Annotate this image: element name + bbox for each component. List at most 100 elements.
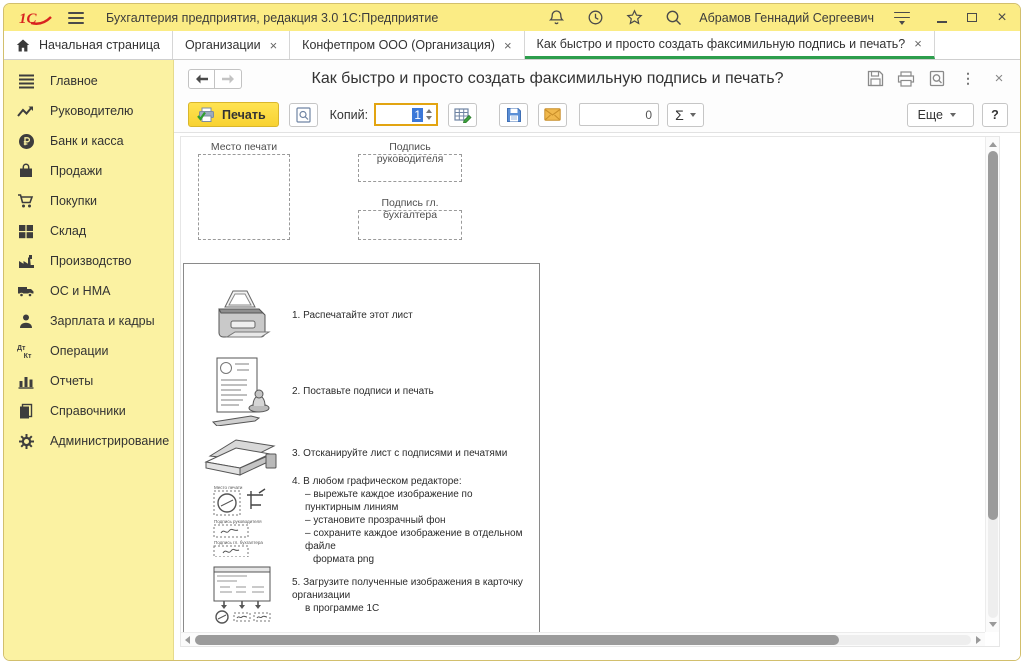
horizontal-scroll-thumb[interactable] — [195, 635, 839, 645]
form-toolbar: Печать Копий: 1 — [174, 97, 1020, 132]
preview-icon[interactable] — [928, 70, 946, 88]
person-icon — [17, 312, 35, 330]
search-icon[interactable] — [665, 9, 682, 26]
svg-text:Подпись гл. бухгалтера: Подпись гл. бухгалтера — [214, 540, 263, 545]
scroll-left-icon[interactable] — [185, 636, 190, 644]
sidebar-item-directories[interactable]: Справочники — [4, 396, 173, 426]
history-icon[interactable] — [587, 9, 604, 26]
tab-label: Начальная страница — [39, 38, 160, 52]
editor-illustration: Место печати Подпись руководителя — [211, 483, 273, 557]
sum-field[interactable] — [579, 103, 659, 126]
main-menu-icon[interactable] — [68, 12, 84, 24]
maximize-button[interactable] — [964, 10, 980, 26]
spinner-down-icon[interactable] — [426, 116, 432, 120]
tab-close-icon[interactable]: × — [270, 39, 278, 52]
sidebar-item-fixed-assets[interactable]: ОС и НМА — [4, 276, 173, 306]
sidebar-item-sales[interactable]: Продажи — [4, 156, 173, 186]
print-button[interactable]: Печать — [188, 102, 279, 127]
step-5: 5. Загрузите полученные изображения в ка… — [196, 562, 529, 628]
trend-arrow-icon — [17, 102, 35, 120]
instructions-box: 1. Распечатайте этот лист — [183, 263, 540, 632]
sidebar-item-warehouse[interactable]: Склад — [4, 216, 173, 246]
save-file-button[interactable] — [499, 103, 528, 127]
tab-bar: Начальная страница Организации × Конфетп… — [4, 31, 1020, 60]
more-dots-icon[interactable]: ⋮ — [959, 70, 977, 88]
scroll-up-icon[interactable] — [989, 142, 997, 147]
tab-close-icon[interactable]: × — [504, 39, 512, 52]
copies-value: 1 — [412, 108, 423, 122]
truck-icon — [17, 282, 35, 300]
cart-icon — [17, 192, 35, 210]
sidebar-item-operations[interactable]: ДтКт Операции — [4, 336, 173, 366]
print-settings-button[interactable] — [448, 103, 477, 127]
tab-close-icon[interactable]: × — [914, 37, 922, 50]
scroll-right-icon[interactable] — [976, 636, 981, 644]
back-button[interactable] — [188, 69, 215, 89]
spinner-up-icon[interactable] — [426, 109, 432, 113]
ruble-circle-icon — [17, 132, 35, 150]
svg-text:Дт: Дт — [17, 344, 26, 352]
autosum-button[interactable]: Σ — [667, 103, 704, 127]
svg-text:Кт: Кт — [24, 352, 32, 360]
sidebar-item-main[interactable]: Главное — [4, 66, 173, 96]
copies-spinner[interactable] — [423, 105, 434, 124]
caret-down-icon — [950, 113, 956, 117]
blocks-grid-icon — [17, 222, 35, 240]
tab-label: Организации — [185, 38, 261, 52]
debit-credit-icon: ДтКт — [17, 342, 35, 360]
send-email-button[interactable] — [538, 103, 567, 127]
forward-button[interactable] — [215, 69, 242, 89]
stamp-place-label: Место печати — [198, 141, 290, 153]
more-button-label: Еще — [918, 108, 943, 122]
vertical-scroll-thumb[interactable] — [988, 151, 998, 520]
accountant-signature-box — [358, 210, 462, 240]
sidebar-item-production[interactable]: Производство — [4, 246, 173, 276]
tab-facsimile-help[interactable]: Как быстро и просто создать факсимильную… — [525, 31, 935, 59]
vertical-scroll-track[interactable] — [988, 151, 998, 618]
preview-button[interactable] — [289, 103, 318, 127]
tab-konfetprom[interactable]: Конфетпром ООО (Организация) × — [290, 31, 524, 59]
print-icon[interactable] — [897, 70, 915, 88]
sidebar-item-purchases[interactable]: Покупки — [4, 186, 173, 216]
close-window-button[interactable]: × — [994, 10, 1010, 26]
window-title: Бухгалтерия предприятия, редакция 3.0 1С… — [106, 11, 438, 25]
1c-logo: 1С — [18, 8, 54, 28]
vertical-scrollbar[interactable] — [985, 137, 999, 632]
sidebar-item-reports[interactable]: Отчеты — [4, 366, 173, 396]
factory-icon — [17, 252, 35, 270]
sidebar-item-bank-cash[interactable]: Банк и касса — [4, 126, 173, 156]
notifications-bell-icon[interactable] — [548, 9, 565, 26]
menu-lines-icon — [17, 72, 35, 90]
upload-illustration — [210, 565, 274, 625]
print-button-label: Печать — [222, 108, 266, 122]
sidebar-item-administration[interactable]: Администрирование — [4, 426, 173, 456]
sidebar-item-manager[interactable]: Руководителю — [4, 96, 173, 126]
sidebar-item-payroll-hr[interactable]: Зарплата и кадры — [4, 306, 173, 336]
app-window: 1С Бухгалтерия предприятия, редакция 3.0… — [3, 3, 1021, 661]
help-button[interactable]: ? — [982, 103, 1008, 127]
svg-text:Подпись руководителя: Подпись руководителя — [214, 519, 262, 524]
save-icon[interactable] — [866, 70, 884, 88]
step-2: 2. Поставьте подписи и печать — [196, 354, 529, 428]
book-icon — [17, 402, 35, 420]
more-button[interactable]: Еще — [907, 103, 974, 127]
print-sheet: Место печати Подпись руководителя Подпис… — [181, 137, 985, 632]
service-menu-icon[interactable] — [894, 11, 910, 25]
tab-label: Как быстро и просто создать факсимильную… — [537, 37, 906, 51]
tab-home[interactable]: Начальная страница — [4, 31, 173, 59]
favorites-star-icon[interactable] — [626, 9, 643, 26]
close-form-icon[interactable]: × — [990, 70, 1008, 88]
step-3: 3. Отсканируйте лист с подписями и печат… — [196, 428, 529, 478]
step-1: 1. Распечатайте этот лист — [196, 276, 529, 354]
bag-icon — [17, 162, 35, 180]
horizontal-scrollbar[interactable] — [181, 632, 985, 646]
head-signature-box — [358, 154, 462, 182]
minimize-button[interactable] — [934, 10, 950, 26]
scroll-down-icon[interactable] — [989, 622, 997, 627]
copies-input[interactable]: 1 — [374, 103, 438, 126]
horizontal-scroll-track[interactable] — [195, 635, 971, 645]
tab-organizations[interactable]: Организации × — [173, 31, 290, 59]
bar-chart-icon — [17, 372, 35, 390]
printer-illustration — [211, 287, 273, 343]
content-header: Как быстро и просто создать факсимильную… — [174, 60, 1020, 97]
